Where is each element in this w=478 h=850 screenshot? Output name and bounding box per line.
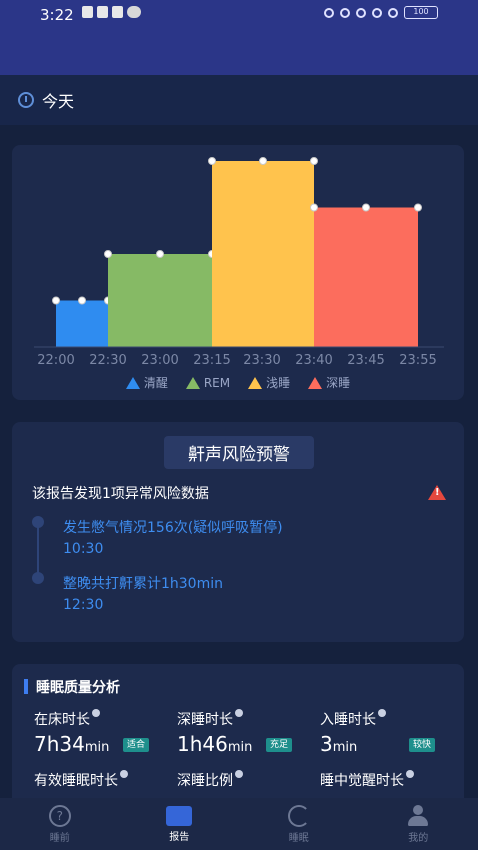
risk-event-time: 10:30: [63, 541, 104, 557]
chart-bar-0: [56, 300, 108, 347]
metric-badge: 适合: [123, 738, 150, 752]
legend-triangle-icon: [125, 376, 140, 389]
risk-event-text[interactable]: 发生憋气情况156次(疑似呼吸暂停): [63, 517, 283, 537]
moon-icon: [287, 804, 310, 827]
notification-icon: [97, 6, 108, 18]
chart-point: [52, 296, 60, 305]
x-tick-label: 22:00: [37, 353, 74, 368]
risk-title: 鼾声风险预警: [164, 436, 314, 469]
info-icon[interactable]: [235, 770, 243, 778]
nav-label: 报告: [169, 831, 190, 843]
nav-label: 我的: [408, 832, 429, 844]
date-selector[interactable]: 今天: [0, 75, 478, 125]
chart-point: [414, 203, 422, 212]
snore-risk-card: 鼾声风险预警 该报告发现1项异常风险数据 发生憋气情况156次(疑似呼吸暂停) …: [12, 422, 464, 642]
metric-label-fall-asleep[interactable]: 入睡时长: [320, 709, 386, 729]
wifi-icon: [372, 7, 382, 18]
metric-value-fall-asleep: 3min: [320, 732, 358, 756]
wechat-icon: [127, 6, 141, 18]
sleep-stage-chart: 22:00 22:30 23:00 23:15 23:30 23:40 23:45 23:55: [34, 157, 444, 368]
metric-label-deep-sleep[interactable]: 深睡时长: [177, 709, 243, 729]
info-icon[interactable]: [378, 709, 386, 717]
system-icons: 100: [324, 6, 438, 19]
notification-icon: [82, 6, 93, 18]
legend-label: REM: [203, 375, 231, 390]
legend-label: 浅睡: [266, 376, 291, 390]
help-icon: ?: [48, 804, 71, 827]
legend-triangle-icon: [185, 376, 200, 389]
nav-label: 睡眠: [288, 832, 309, 844]
nav-tab-report[interactable]: 报告: [120, 798, 240, 850]
nav-tab-mine[interactable]: 我的: [359, 798, 478, 850]
legend-label: 清醒: [143, 376, 168, 390]
chart-point: [310, 203, 318, 212]
status-bar: 3:22 100: [0, 0, 478, 75]
metric-label-deep-ratio[interactable]: 深睡比例: [177, 770, 243, 790]
x-tick-label: 23:40: [295, 353, 332, 368]
x-tick-label: 22:30: [89, 353, 126, 368]
section-title: 睡眠质量分析: [36, 680, 120, 696]
clock-icon: [18, 92, 34, 108]
status-time: 3:22: [40, 6, 74, 24]
info-icon[interactable]: [92, 709, 100, 717]
chart-point: [156, 250, 164, 258]
signal-icon: [388, 7, 398, 18]
chart-point: [362, 203, 370, 212]
metric-badge: 较快: [409, 738, 436, 752]
chart-point: [259, 157, 267, 165]
chart-point: [104, 250, 112, 258]
sleep-stage-chart-card: 22:00 22:30 23:00 23:15 23:30 23:40 23:45 23:55…: [12, 145, 464, 400]
warning-icon: [428, 485, 446, 500]
x-tick-label: 23:30: [243, 353, 280, 368]
battery-icon: 100: [404, 6, 438, 19]
metric-badge: 充足: [266, 738, 293, 752]
alarm-icon: [324, 7, 334, 18]
info-icon[interactable]: [120, 770, 128, 778]
chart-bar-3: [314, 207, 418, 347]
x-tick-label: 23:00: [141, 353, 178, 368]
user-icon: [407, 804, 429, 827]
info-icon[interactable]: [235, 709, 243, 717]
legend-triangle-icon: [248, 376, 263, 389]
chart-legend: 清醒 REM 浅睡 深睡: [12, 374, 464, 391]
x-tick-label: 23:55: [399, 353, 436, 368]
chart-bar-2: [212, 161, 314, 347]
x-tick-label: 23:45: [347, 353, 384, 368]
x-tick-label: 23:15: [193, 353, 230, 368]
bottom-nav: ? 睡前 报告 睡眠 我的: [0, 798, 478, 850]
risk-event-time: 12:30: [63, 597, 104, 613]
nav-label: 睡前: [49, 832, 70, 844]
legend-triangle-icon: [308, 376, 323, 389]
bluetooth-icon: [340, 7, 350, 18]
metric-value-deep-sleep: 1h46min: [177, 732, 253, 756]
legend-item: 清醒: [125, 374, 168, 391]
date-label: 今天: [42, 92, 75, 111]
metric-label-bed-time[interactable]: 在床时长: [34, 709, 100, 729]
chart-point: [78, 296, 86, 305]
timeline-dot: [32, 572, 44, 584]
notification-icons: [82, 6, 141, 18]
metric-value-bed-time: 7h34min: [34, 732, 110, 756]
notification-icon: [112, 6, 123, 18]
nav-tab-sleep[interactable]: 睡眠: [239, 798, 359, 850]
info-icon[interactable]: [406, 770, 414, 778]
metric-label-awake-time[interactable]: 睡中觉醒时长: [320, 770, 414, 790]
risk-summary: 该报告发现1项异常风险数据: [32, 486, 209, 502]
legend-label: 深睡: [326, 376, 351, 390]
legend-item: 深睡: [308, 374, 350, 391]
chart-bar-1: [108, 254, 212, 347]
legend-item: REM: [185, 374, 231, 391]
nav-tab-before-sleep[interactable]: ? 睡前: [0, 798, 120, 850]
chart-point: [208, 157, 216, 165]
chart-icon: [166, 805, 193, 826]
moon-icon: [356, 7, 366, 18]
chart-point: [310, 157, 318, 165]
metric-label-effective-sleep[interactable]: 有效睡眠时长: [34, 770, 128, 790]
legend-item: 浅睡: [248, 374, 290, 391]
risk-event-text[interactable]: 整晚共打鼾累计1h30min: [63, 573, 223, 593]
section-accent: [24, 679, 28, 694]
timeline-line: [37, 524, 39, 574]
